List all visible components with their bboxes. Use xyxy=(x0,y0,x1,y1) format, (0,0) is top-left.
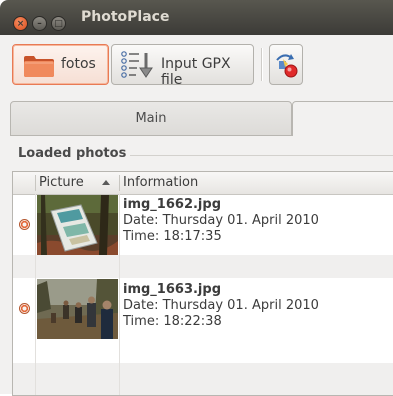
photos-folder-button[interactable]: fotos xyxy=(12,44,109,85)
photo-time: Time: 18:17:35 xyxy=(123,229,222,244)
column-header-select[interactable] xyxy=(13,172,35,194)
photos-button-label: fotos xyxy=(61,56,96,72)
window-title: PhotoPlace xyxy=(81,9,170,25)
window-body: fotos Input GPX file Main Loaded photos … xyxy=(0,35,393,396)
table-header: Picture Information xyxy=(13,172,393,195)
toolbar-separator xyxy=(261,48,262,81)
input-gpx-button-label: Input GPX file xyxy=(161,56,231,88)
sort-ascending-icon xyxy=(102,180,110,185)
geolocate-icon xyxy=(274,50,300,80)
column-header-picture-label: Picture xyxy=(39,175,84,190)
tab-main-label: Main xyxy=(135,111,167,126)
table-row[interactable]: img_1662.jpg Date: Thursday 01. April 20… xyxy=(13,194,393,255)
photo-list[interactable]: Picture Information img_1662.jpg Date: T… xyxy=(12,171,393,396)
table-row[interactable]: img_1663.jpg Date: Thursday 01. April 20… xyxy=(13,278,393,363)
photo-filename: img_1663.jpg xyxy=(123,282,221,297)
photo-info: img_1662.jpg Date: Thursday 01. April 20… xyxy=(123,197,319,245)
photo-thumbnail-hikers xyxy=(37,279,118,339)
panel-title: Loaded photos xyxy=(18,146,127,161)
title-bar: × – □ PhotoPlace xyxy=(0,0,393,35)
row-select-radio[interactable] xyxy=(19,303,30,314)
geolocate-button[interactable] xyxy=(269,44,303,85)
column-header-information[interactable]: Information xyxy=(119,172,393,194)
maximize-window-button[interactable]: □ xyxy=(51,16,66,31)
minimize-window-button[interactable]: – xyxy=(32,16,47,31)
photo-time: Time: 18:22:38 xyxy=(123,314,222,329)
row-stripe xyxy=(13,255,393,278)
loaded-photos-panel: Loaded photos Picture Information img_16… xyxy=(0,136,393,396)
list-import-icon xyxy=(120,49,156,81)
photo-date: Date: Thursday 01. April 2010 xyxy=(123,213,319,228)
photo-thumbnail-map-sign xyxy=(37,195,118,255)
toolbar: fotos Input GPX file xyxy=(0,35,393,98)
input-gpx-file-button[interactable]: Input GPX file xyxy=(111,44,254,88)
tab-current[interactable] xyxy=(292,101,393,136)
table-row[interactable] xyxy=(13,363,393,395)
photo-filename: img_1662.jpg xyxy=(123,197,221,212)
folder-icon xyxy=(23,54,55,78)
column-header-information-label: Information xyxy=(123,175,199,190)
close-window-button[interactable]: × xyxy=(13,16,28,31)
row-select-radio[interactable] xyxy=(19,219,30,230)
photo-info: img_1663.jpg Date: Thursday 01. April 20… xyxy=(123,282,319,330)
tab-strip: Main xyxy=(0,98,393,136)
tab-main[interactable]: Main xyxy=(10,101,292,136)
photo-date: Date: Thursday 01. April 2010 xyxy=(123,298,319,313)
frame-line xyxy=(130,155,393,156)
